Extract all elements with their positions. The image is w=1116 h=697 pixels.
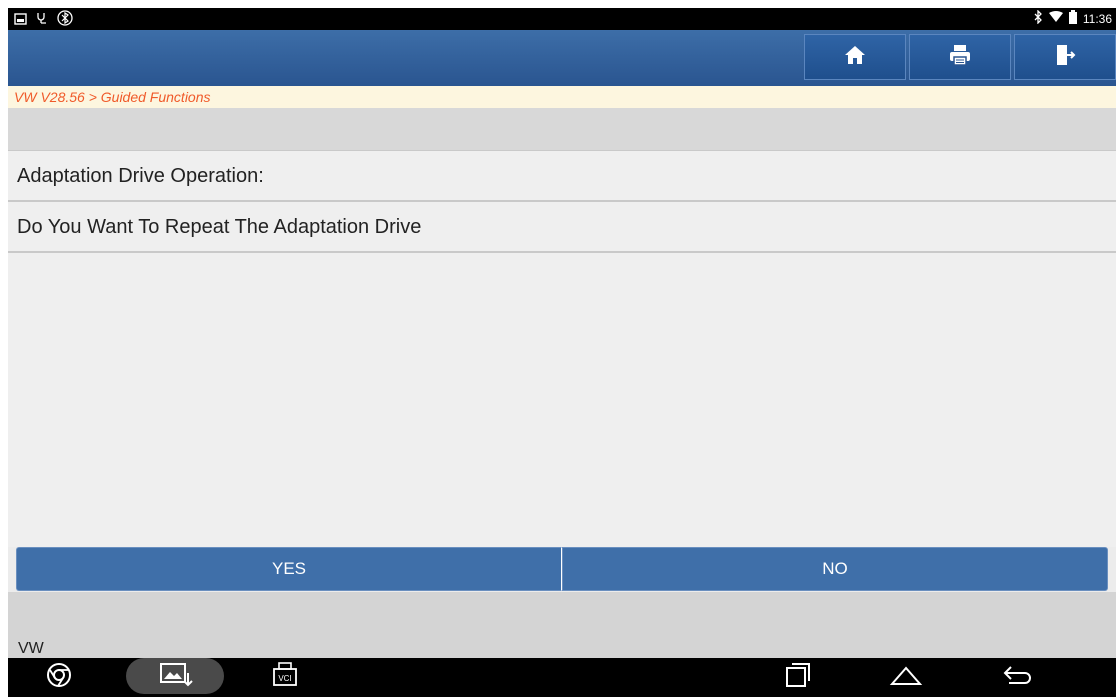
recents-button[interactable] — [778, 662, 818, 692]
home-icon — [844, 44, 866, 71]
vci-icon: VCI — [271, 661, 299, 694]
recents-icon — [784, 662, 812, 693]
app-header — [8, 30, 1116, 86]
usb-debug-icon — [35, 11, 49, 30]
back-button[interactable] — [998, 662, 1038, 692]
header-toolbar — [801, 30, 1116, 80]
svg-text:VCI: VCI — [278, 674, 291, 683]
footer: VW — [8, 592, 1116, 658]
no-button[interactable]: NO — [562, 547, 1108, 591]
chrome-icon — [46, 662, 72, 693]
system-nav-bar: VCI — [8, 658, 1116, 697]
print-button[interactable] — [909, 34, 1011, 80]
image-notification-icon — [14, 12, 27, 30]
title-band — [8, 108, 1116, 150]
status-bar: 11:36 — [8, 8, 1116, 30]
gallery-download-icon — [159, 661, 193, 694]
chrome-button[interactable] — [44, 662, 74, 692]
app-window: 11:36 VW V28.56 > Guided Functions Adapt… — [8, 8, 1116, 697]
battery-icon — [1068, 10, 1077, 27]
message-panel: Adaptation Drive Operation: Do You Want … — [8, 150, 1116, 547]
action-bar: YES NO — [16, 547, 1108, 592]
screenshot-icon-wrap — [156, 662, 196, 692]
exit-button[interactable] — [1014, 34, 1116, 80]
yes-button[interactable]: YES — [16, 547, 562, 591]
home-nav-button[interactable] — [886, 662, 926, 692]
breadcrumb: VW V28.56 > Guided Functions — [8, 86, 1116, 108]
exit-icon — [1053, 43, 1077, 72]
home-button[interactable] — [804, 34, 906, 80]
bluetooth-icon — [1033, 9, 1043, 27]
home-outline-icon — [889, 663, 923, 692]
back-arrow-icon — [1001, 663, 1035, 692]
wifi-icon — [1048, 11, 1063, 26]
message-line-title: Adaptation Drive Operation: — [8, 151, 1116, 202]
vehicle-brand-label: VW — [18, 640, 44, 657]
clock: 11:36 — [1082, 11, 1112, 26]
print-icon — [948, 43, 972, 72]
vci-button[interactable]: VCI — [270, 661, 300, 694]
bluetooth-circle-icon — [57, 10, 73, 31]
message-line-question: Do You Want To Repeat The Adaptation Dri… — [8, 202, 1116, 253]
